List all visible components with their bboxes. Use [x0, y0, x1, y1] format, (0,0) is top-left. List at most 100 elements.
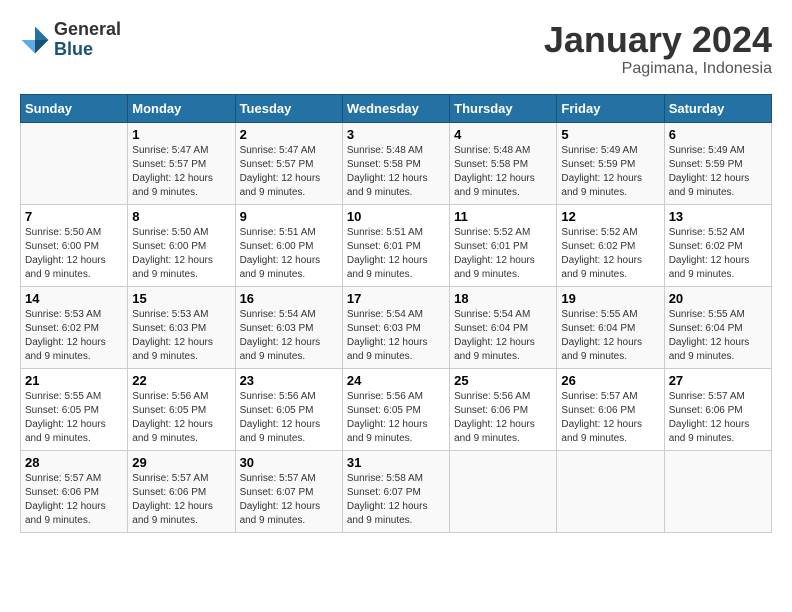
- calendar-cell: 7Sunrise: 5:50 AMSunset: 6:00 PMDaylight…: [21, 204, 128, 286]
- day-info: Sunrise: 5:49 AMSunset: 5:59 PMDaylight:…: [669, 144, 767, 200]
- day-info: Sunrise: 5:56 AMSunset: 6:06 PMDaylight:…: [454, 390, 552, 446]
- day-info: Sunrise: 5:58 AMSunset: 6:07 PMDaylight:…: [347, 472, 445, 528]
- day-number: 12: [561, 209, 659, 224]
- day-header-wednesday: Wednesday: [342, 94, 449, 122]
- logo-blue-text: Blue: [54, 40, 121, 60]
- day-number: 8: [132, 209, 230, 224]
- page-header: General Blue January 2024 Pagimana, Indo…: [20, 20, 772, 78]
- day-info: Sunrise: 5:49 AMSunset: 5:59 PMDaylight:…: [561, 144, 659, 200]
- day-number: 21: [25, 373, 123, 388]
- calendar-cell: 9 Sunrise: 5:51 AMSunset: 6:00 PMDaylight…: [235, 204, 342, 286]
- day-number: 10: [347, 209, 445, 224]
- day-number: 3: [347, 127, 445, 142]
- calendar-cell: 27 Sunrise: 5:57 AMSunset: 6:06 PMDayligh…: [664, 368, 771, 450]
- calendar-cell: 28Sunrise: 5:57 AMSunset: 6:06 PMDayligh…: [21, 450, 128, 532]
- calendar-cell: 18Sunrise: 5:54 AMSunset: 6:04 PMDayligh…: [450, 286, 557, 368]
- day-info: Sunrise: 5:47 AMSunset: 5:57 PMDaylight:…: [132, 144, 230, 200]
- day-number: 25: [454, 373, 552, 388]
- day-number: 30: [240, 455, 338, 470]
- day-info: Sunrise: 5:57 AMSunset: 6:06 PMDaylight:…: [669, 390, 767, 446]
- day-header-friday: Friday: [557, 94, 664, 122]
- logo-text: General Blue: [54, 20, 121, 60]
- day-info: Sunrise: 5:56 AMSunset: 6:05 PMDaylight:…: [347, 390, 445, 446]
- calendar-cell: [450, 450, 557, 532]
- day-header-thursday: Thursday: [450, 94, 557, 122]
- calendar-cell: 11 Sunrise: 5:52 AMSunset: 6:01 PMDayligh…: [450, 204, 557, 286]
- header-row: SundayMondayTuesdayWednesdayThursdayFrid…: [21, 94, 772, 122]
- calendar-cell: 29Sunrise: 5:57 AMSunset: 6:06 PMDayligh…: [128, 450, 235, 532]
- day-info: Sunrise: 5:53 AMSunset: 6:03 PMDaylight:…: [132, 308, 230, 364]
- day-info: Sunrise: 5:54 AMSunset: 6:03 PMDaylight:…: [347, 308, 445, 364]
- calendar-cell: 22 Sunrise: 5:56 AMSunset: 6:05 PMDayligh…: [128, 368, 235, 450]
- day-number: 1: [132, 127, 230, 142]
- day-info: Sunrise: 5:54 AMSunset: 6:03 PMDaylight:…: [240, 308, 338, 364]
- calendar-cell: 17 Sunrise: 5:54 AMSunset: 6:03 PMDayligh…: [342, 286, 449, 368]
- day-number: 29: [132, 455, 230, 470]
- day-info: Sunrise: 5:57 AMSunset: 6:06 PMDaylight:…: [561, 390, 659, 446]
- day-header-monday: Monday: [128, 94, 235, 122]
- calendar-cell: 3 Sunrise: 5:48 AMSunset: 5:58 PMDaylight…: [342, 122, 449, 204]
- day-info: Sunrise: 5:47 AMSunset: 5:57 PMDaylight:…: [240, 144, 338, 200]
- calendar-table: SundayMondayTuesdayWednesdayThursdayFrid…: [20, 94, 772, 533]
- calendar-cell: 12 Sunrise: 5:52 AMSunset: 6:02 PMDayligh…: [557, 204, 664, 286]
- day-number: 6: [669, 127, 767, 142]
- day-number: 31: [347, 455, 445, 470]
- calendar-cell: 4Sunrise: 5:48 AMSunset: 5:58 PMDaylight…: [450, 122, 557, 204]
- day-info: Sunrise: 5:55 AMSunset: 6:04 PMDaylight:…: [669, 308, 767, 364]
- calendar-cell: 31 Sunrise: 5:58 AMSunset: 6:07 PMDayligh…: [342, 450, 449, 532]
- month-title: January 2024: [544, 20, 772, 60]
- calendar-cell: 15 Sunrise: 5:53 AMSunset: 6:03 PMDayligh…: [128, 286, 235, 368]
- day-number: 27: [669, 373, 767, 388]
- day-info: Sunrise: 5:57 AMSunset: 6:06 PMDaylight:…: [25, 472, 123, 528]
- day-number: 15: [132, 291, 230, 306]
- calendar-row-5: 28Sunrise: 5:57 AMSunset: 6:06 PMDayligh…: [21, 450, 772, 532]
- calendar-row-2: 7Sunrise: 5:50 AMSunset: 6:00 PMDaylight…: [21, 204, 772, 286]
- day-info: Sunrise: 5:55 AMSunset: 6:04 PMDaylight:…: [561, 308, 659, 364]
- calendar-row-4: 21 Sunrise: 5:55 AMSunset: 6:05 PMDayligh…: [21, 368, 772, 450]
- day-info: Sunrise: 5:51 AMSunset: 6:00 PMDaylight:…: [240, 226, 338, 282]
- calendar-row-3: 14Sunrise: 5:53 AMSunset: 6:02 PMDayligh…: [21, 286, 772, 368]
- day-number: 9: [240, 209, 338, 224]
- calendar-cell: 21 Sunrise: 5:55 AMSunset: 6:05 PMDayligh…: [21, 368, 128, 450]
- day-number: 17: [347, 291, 445, 306]
- day-number: 26: [561, 373, 659, 388]
- calendar-cell: 23 Sunrise: 5:56 AMSunset: 6:05 PMDayligh…: [235, 368, 342, 450]
- title-block: January 2024 Pagimana, Indonesia: [544, 20, 772, 78]
- day-info: Sunrise: 5:52 AMSunset: 6:02 PMDaylight:…: [669, 226, 767, 282]
- calendar-cell: 19Sunrise: 5:55 AMSunset: 6:04 PMDayligh…: [557, 286, 664, 368]
- day-header-saturday: Saturday: [664, 94, 771, 122]
- calendar-cell: [21, 122, 128, 204]
- calendar-cell: 24Sunrise: 5:56 AMSunset: 6:05 PMDayligh…: [342, 368, 449, 450]
- logo-icon: [20, 25, 50, 55]
- calendar-cell: 20 Sunrise: 5:55 AMSunset: 6:04 PMDayligh…: [664, 286, 771, 368]
- calendar-cell: 8 Sunrise: 5:50 AMSunset: 6:00 PMDaylight…: [128, 204, 235, 286]
- day-info: Sunrise: 5:55 AMSunset: 6:05 PMDaylight:…: [25, 390, 123, 446]
- day-number: 16: [240, 291, 338, 306]
- day-info: Sunrise: 5:52 AMSunset: 6:01 PMDaylight:…: [454, 226, 552, 282]
- location: Pagimana, Indonesia: [544, 60, 772, 78]
- calendar-cell: 25 Sunrise: 5:56 AMSunset: 6:06 PMDayligh…: [450, 368, 557, 450]
- calendar-cell: 26 Sunrise: 5:57 AMSunset: 6:06 PMDayligh…: [557, 368, 664, 450]
- calendar-cell: 16 Sunrise: 5:54 AMSunset: 6:03 PMDayligh…: [235, 286, 342, 368]
- day-number: 18: [454, 291, 552, 306]
- day-info: Sunrise: 5:56 AMSunset: 6:05 PMDaylight:…: [132, 390, 230, 446]
- day-number: 20: [669, 291, 767, 306]
- day-info: Sunrise: 5:53 AMSunset: 6:02 PMDaylight:…: [25, 308, 123, 364]
- calendar-cell: 2Sunrise: 5:47 AMSunset: 5:57 PMDaylight…: [235, 122, 342, 204]
- day-info: Sunrise: 5:50 AMSunset: 6:00 PMDaylight:…: [132, 226, 230, 282]
- day-header-sunday: Sunday: [21, 94, 128, 122]
- day-number: 13: [669, 209, 767, 224]
- day-number: 4: [454, 127, 552, 142]
- calendar-row-1: 1 Sunrise: 5:47 AMSunset: 5:57 PMDaylight…: [21, 122, 772, 204]
- day-info: Sunrise: 5:56 AMSunset: 6:05 PMDaylight:…: [240, 390, 338, 446]
- calendar-cell: [557, 450, 664, 532]
- calendar-cell: 5Sunrise: 5:49 AMSunset: 5:59 PMDaylight…: [557, 122, 664, 204]
- logo-general-text: General: [54, 20, 121, 40]
- day-number: 11: [454, 209, 552, 224]
- day-info: Sunrise: 5:48 AMSunset: 5:58 PMDaylight:…: [347, 144, 445, 200]
- day-info: Sunrise: 5:51 AMSunset: 6:01 PMDaylight:…: [347, 226, 445, 282]
- day-number: 22: [132, 373, 230, 388]
- calendar-cell: 30Sunrise: 5:57 AMSunset: 6:07 PMDayligh…: [235, 450, 342, 532]
- day-number: 23: [240, 373, 338, 388]
- day-info: Sunrise: 5:52 AMSunset: 6:02 PMDaylight:…: [561, 226, 659, 282]
